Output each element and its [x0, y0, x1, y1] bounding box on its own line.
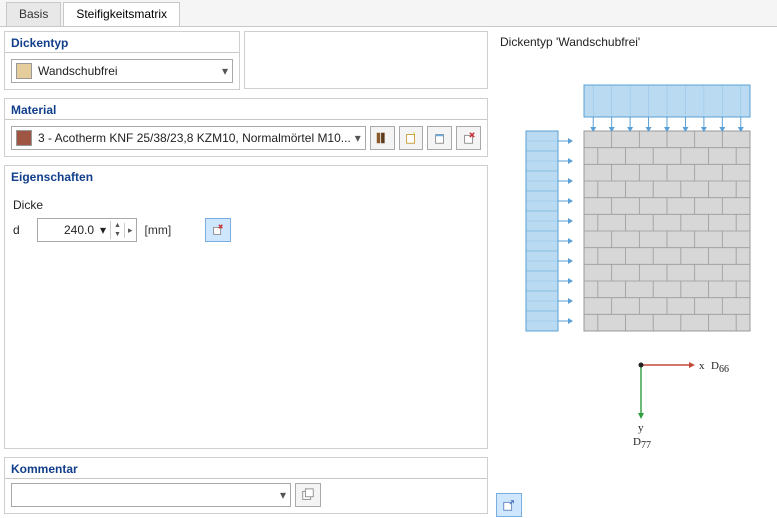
material-new-button[interactable] [399, 126, 424, 150]
tab-basis[interactable]: Basis [6, 2, 61, 26]
preview-title: Dickentyp 'Wandschubfrei' [492, 27, 777, 51]
svg-text:D77: D77 [633, 436, 651, 451]
chevron-down-icon: ▾ [355, 131, 361, 145]
material-swatch-icon [16, 130, 32, 146]
preview-reset-button[interactable] [496, 493, 522, 517]
tab-steifigkeitsmatrix[interactable]: Steifigkeitsmatrix [63, 2, 180, 26]
blank-info-panel [244, 31, 488, 89]
legend-material: Material [5, 99, 487, 120]
material-edit-button[interactable] [427, 126, 452, 150]
d-input[interactable]: 240.0 ▾ ▲▼ ▸ [37, 218, 137, 242]
d-spinner[interactable]: ▲▼ [110, 221, 124, 239]
combo-dickentyp[interactable]: Wandschubfrei ▾ [11, 59, 233, 83]
preview-canvas: x D66 y D77 [496, 55, 776, 488]
chevron-down-icon: ▾ [96, 223, 110, 237]
wall-diagram: x D66 y D77 [496, 55, 776, 485]
material-delete-button[interactable] [456, 126, 481, 150]
combo-kommentar[interactable]: ▾ [11, 483, 291, 507]
chevron-down-icon: ▾ [222, 64, 228, 78]
combo-material[interactable]: 3 - Acotherm KNF 25/38/23,8 KZM10, Norma… [11, 126, 366, 150]
dicke-label: Dicke [13, 198, 479, 212]
svg-text:x: x [699, 360, 705, 372]
kommentar-apply-button[interactable] [295, 483, 321, 507]
svg-text:D66: D66 [711, 360, 729, 375]
legend-dickentyp: Dickentyp [5, 32, 239, 53]
dickentyp-value: Wandschubfrei [38, 64, 218, 78]
legend-kommentar: Kommentar [5, 458, 487, 479]
swatch-icon [16, 63, 32, 79]
legend-eigenschaften: Eigenschaften [4, 165, 488, 186]
svg-text:y: y [638, 422, 644, 434]
chevron-down-icon: ▾ [280, 488, 286, 502]
d-symbol: d [13, 223, 29, 237]
d-stepper[interactable]: ▸ [124, 223, 136, 238]
d-pick-button[interactable] [205, 218, 231, 242]
d-unit: [mm] [145, 223, 172, 237]
material-library-button[interactable] [370, 126, 395, 150]
tab-bar: Basis Steifigkeitsmatrix [0, 0, 777, 27]
eigenschaften-panel: Dicke d 240.0 ▾ ▲▼ ▸ [mm] [4, 186, 488, 449]
material-value: 3 - Acotherm KNF 25/38/23,8 KZM10, Norma… [38, 131, 351, 145]
d-value: 240.0 [38, 223, 96, 237]
